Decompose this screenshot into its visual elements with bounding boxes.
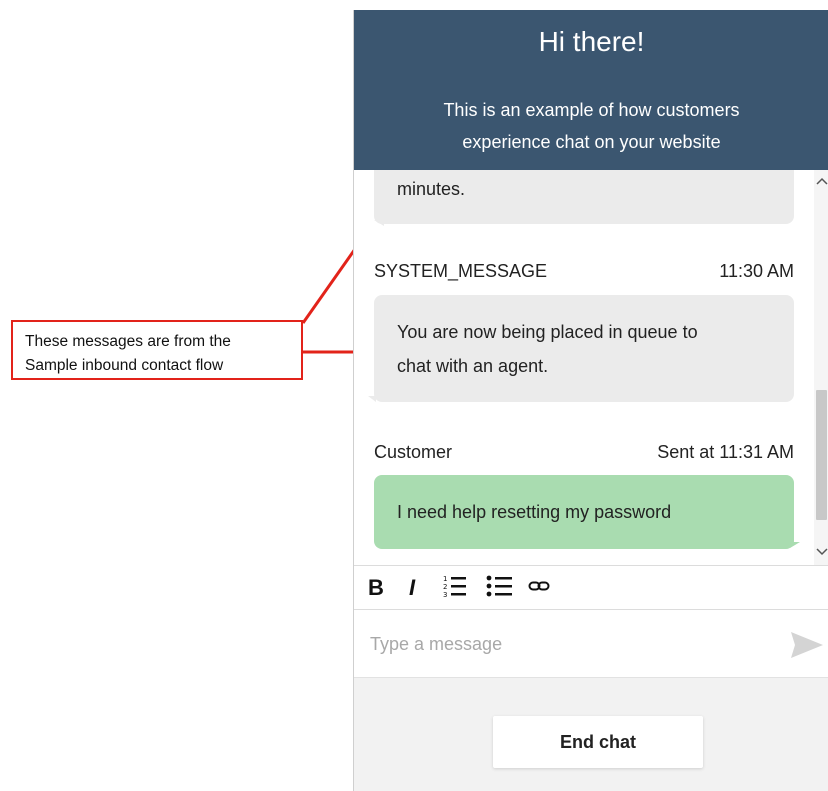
customer-message-bubble: I need help resetting my password (374, 475, 794, 549)
header-subtitle: This is an example of how customers expe… (354, 94, 828, 158)
message-meta: SYSTEM_MESSAGE 11:30 AM (374, 261, 794, 282)
message-bubble: You are now being placed in queue to cha… (374, 295, 794, 402)
chat-widget: Hi there! This is an example of how cust… (353, 10, 828, 791)
message-text-line-1: You are now being placed in queue to (397, 322, 698, 342)
italic-button[interactable]: I (402, 574, 422, 602)
bubble-tail (374, 220, 384, 226)
message-text: minutes. (397, 179, 466, 199)
bold-label: B (368, 575, 384, 600)
chat-transcript[interactable]: minutes. SYSTEM_MESSAGE 11:30 AM You are… (354, 170, 828, 565)
sender-name: SYSTEM_MESSAGE (374, 261, 548, 281)
bubble-tail (790, 542, 800, 548)
bubble-tail (368, 396, 376, 402)
header-subtitle-line-2: experience chat on your website (462, 132, 721, 152)
italic-label: I (408, 575, 416, 600)
end-chat-button[interactable]: End chat (493, 716, 703, 768)
scroll-down-icon[interactable] (814, 545, 828, 561)
chat-footer: End chat (354, 678, 828, 791)
send-icon[interactable] (790, 630, 824, 660)
svg-text:1: 1 (443, 575, 447, 583)
sent-at-label: Sent at (657, 442, 715, 462)
sender-name: Customer (374, 442, 453, 462)
bold-button[interactable]: B (366, 574, 386, 602)
message-text-line-2: chat with an agent. (397, 356, 549, 376)
message-input-bar (354, 610, 828, 678)
message-time: 11:31 AM (719, 442, 794, 462)
formatting-toolbar: B I 1 2 3 (354, 565, 828, 610)
chat-header: Hi there! This is an example of how cust… (354, 10, 828, 170)
transcript-scrollbar[interactable] (814, 170, 828, 565)
scroll-thumb[interactable] (816, 390, 827, 520)
message-meta: Customer Sent at 11:31 AM (374, 442, 794, 463)
scroll-up-icon[interactable] (814, 174, 828, 190)
message-input[interactable] (368, 626, 772, 662)
bulleted-list-icon[interactable] (486, 574, 514, 602)
message-bubble: minutes. (374, 170, 794, 224)
link-icon[interactable] (528, 574, 550, 602)
message-text: I need help resetting my password (397, 502, 672, 522)
svg-text:3: 3 (443, 591, 447, 598)
message-timestamp: Sent at 11:31 AM (657, 442, 794, 463)
numbered-list-icon[interactable]: 1 2 3 (442, 574, 468, 602)
header-title: Hi there! (538, 26, 645, 57)
header-subtitle-line-1: This is an example of how customers (443, 100, 740, 120)
svg-text:2: 2 (443, 583, 447, 591)
message-time: 11:30 AM (719, 261, 794, 281)
